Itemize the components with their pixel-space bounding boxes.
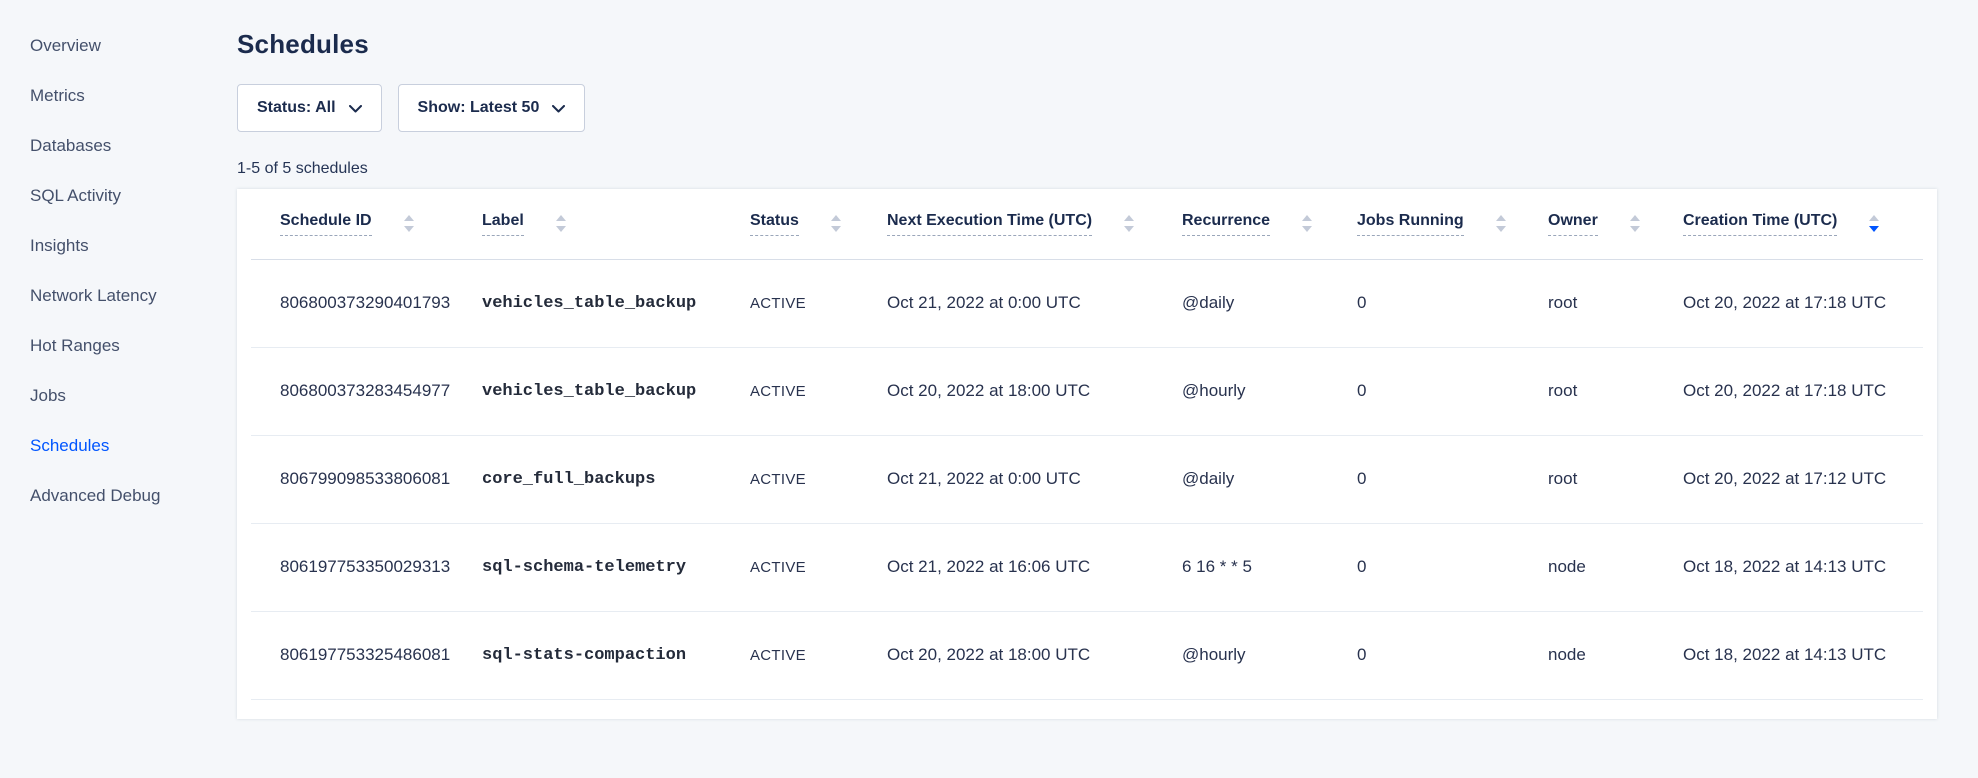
cell-status: ACTIVE (750, 259, 887, 347)
cell-schedule-id: 806800373283454977 (251, 347, 482, 435)
column-header-label[interactable]: Label (482, 212, 524, 236)
sidebar-nav-list: Overview Metrics Databases SQL Activity … (0, 21, 237, 521)
cell-next-execution: Oct 21, 2022 at 16:06 UTC (887, 523, 1182, 611)
cell-jobs-running: 0 (1357, 259, 1548, 347)
cell-next-execution: Oct 21, 2022 at 0:00 UTC (887, 259, 1182, 347)
cell-jobs-running: 0 (1357, 435, 1548, 523)
sidebar-item-insights[interactable]: Insights (0, 221, 237, 271)
status-filter-dropdown[interactable]: Status: All (237, 84, 382, 132)
table-row: 806800373283454977 vehicles_table_backup… (251, 347, 1923, 435)
cell-creation-time: Oct 20, 2022 at 17:18 UTC (1683, 259, 1923, 347)
cell-next-execution: Oct 20, 2022 at 18:00 UTC (887, 347, 1182, 435)
chevron-down-icon (349, 104, 362, 113)
cell-status: ACTIVE (750, 523, 887, 611)
column-header-next-execution-time[interactable]: Next Execution Time (UTC) (887, 189, 1182, 259)
chevron-down-icon (552, 104, 565, 113)
main-content: Schedules Status: All Show: Latest 50 1-… (237, 0, 1978, 778)
column-header-creation-time[interactable]: Creation Time (UTC) (1683, 189, 1923, 259)
cell-owner: root (1548, 347, 1683, 435)
page-title: Schedules (237, 30, 1937, 58)
cell-owner: node (1548, 523, 1683, 611)
cell-jobs-running: 0 (1357, 347, 1548, 435)
cell-recurrence: @hourly (1182, 611, 1357, 699)
sort-arrows-icon[interactable] (1496, 215, 1506, 232)
column-header-jobs-running[interactable]: Jobs Running (1357, 189, 1548, 259)
table-row: 806799098533806081 core_full_backups ACT… (251, 435, 1923, 523)
table-row: 806800373290401793 vehicles_table_backup… (251, 259, 1923, 347)
column-header-status[interactable]: Status (750, 189, 887, 259)
cell-creation-time: Oct 18, 2022 at 14:13 UTC (1683, 523, 1923, 611)
sidebar-item-network-latency[interactable]: Network Latency (0, 271, 237, 321)
cell-recurrence: @hourly (1182, 347, 1357, 435)
sort-arrows-icon[interactable] (404, 215, 414, 232)
column-header-label[interactable]: Next Execution Time (UTC) (887, 212, 1092, 236)
cell-creation-time: Oct 20, 2022 at 17:12 UTC (1683, 435, 1923, 523)
cell-schedule-id: 806799098533806081 (251, 435, 482, 523)
column-header-label[interactable]: Schedule ID (280, 212, 372, 236)
schedules-table-card: Schedule ID Label Stat (237, 189, 1937, 719)
column-header-recurrence[interactable]: Recurrence (1182, 189, 1357, 259)
table-row: 806197753325486081 sql-stats-compaction … (251, 611, 1923, 699)
sort-arrows-icon[interactable] (1630, 215, 1640, 232)
cell-owner: node (1548, 611, 1683, 699)
cell-creation-time: Oct 18, 2022 at 14:13 UTC (1683, 611, 1923, 699)
cell-owner: root (1548, 259, 1683, 347)
app-root: Overview Metrics Databases SQL Activity … (0, 0, 1978, 778)
sidebar-item-jobs[interactable]: Jobs (0, 371, 237, 421)
sidebar-item-schedules[interactable]: Schedules (0, 421, 237, 471)
cell-owner: root (1548, 435, 1683, 523)
cell-recurrence: 6 16 * * 5 (1182, 523, 1357, 611)
sidebar-item-databases[interactable]: Databases (0, 121, 237, 171)
sort-arrows-icon[interactable] (1124, 215, 1134, 232)
show-filter-value: Show: Latest 50 (418, 99, 540, 117)
cell-creation-time: Oct 20, 2022 at 17:18 UTC (1683, 347, 1923, 435)
column-header-label[interactable]: Recurrence (1182, 212, 1270, 236)
cell-label: sql-stats-compaction (482, 611, 750, 699)
table-header-row: Schedule ID Label Stat (251, 189, 1923, 259)
status-filter-value: Status: All (257, 99, 336, 117)
sidebar-item-overview[interactable]: Overview (0, 21, 237, 71)
column-header-schedule-id[interactable]: Schedule ID (251, 189, 482, 259)
cell-jobs-running: 0 (1357, 611, 1548, 699)
show-filter-dropdown[interactable]: Show: Latest 50 (398, 84, 586, 132)
cell-next-execution: Oct 21, 2022 at 0:00 UTC (887, 435, 1182, 523)
cell-schedule-id: 806197753325486081 (251, 611, 482, 699)
cell-recurrence: @daily (1182, 259, 1357, 347)
sort-arrows-icon[interactable] (1869, 215, 1879, 232)
sidebar-item-metrics[interactable]: Metrics (0, 71, 237, 121)
sort-arrows-icon[interactable] (556, 215, 566, 232)
column-header-label-col[interactable]: Label (482, 189, 750, 259)
cell-recurrence: @daily (1182, 435, 1357, 523)
table-row: 806197753350029313 sql-schema-telemetry … (251, 523, 1923, 611)
cell-schedule-id: 806197753350029313 (251, 523, 482, 611)
schedules-table: Schedule ID Label Stat (251, 189, 1923, 700)
sidebar-item-sql-activity[interactable]: SQL Activity (0, 171, 237, 221)
cell-next-execution: Oct 20, 2022 at 18:00 UTC (887, 611, 1182, 699)
cell-status: ACTIVE (750, 347, 887, 435)
filter-bar: Status: All Show: Latest 50 (237, 84, 1937, 132)
sidebar: Overview Metrics Databases SQL Activity … (0, 0, 237, 778)
cell-status: ACTIVE (750, 611, 887, 699)
cell-jobs-running: 0 (1357, 523, 1548, 611)
column-header-label[interactable]: Owner (1548, 212, 1598, 236)
column-header-label[interactable]: Status (750, 212, 799, 236)
sort-arrows-icon[interactable] (1302, 215, 1312, 232)
cell-label: core_full_backups (482, 435, 750, 523)
cell-status: ACTIVE (750, 435, 887, 523)
cell-label: sql-schema-telemetry (482, 523, 750, 611)
column-header-owner[interactable]: Owner (1548, 189, 1683, 259)
sidebar-item-hot-ranges[interactable]: Hot Ranges (0, 321, 237, 371)
cell-schedule-id: 806800373290401793 (251, 259, 482, 347)
cell-label: vehicles_table_backup (482, 347, 750, 435)
cell-label: vehicles_table_backup (482, 259, 750, 347)
column-header-label[interactable]: Jobs Running (1357, 212, 1464, 236)
sort-arrows-icon[interactable] (831, 215, 841, 232)
column-header-label[interactable]: Creation Time (UTC) (1683, 212, 1837, 236)
results-count: 1-5 of 5 schedules (237, 158, 1937, 180)
sidebar-item-advanced-debug[interactable]: Advanced Debug (0, 471, 237, 521)
